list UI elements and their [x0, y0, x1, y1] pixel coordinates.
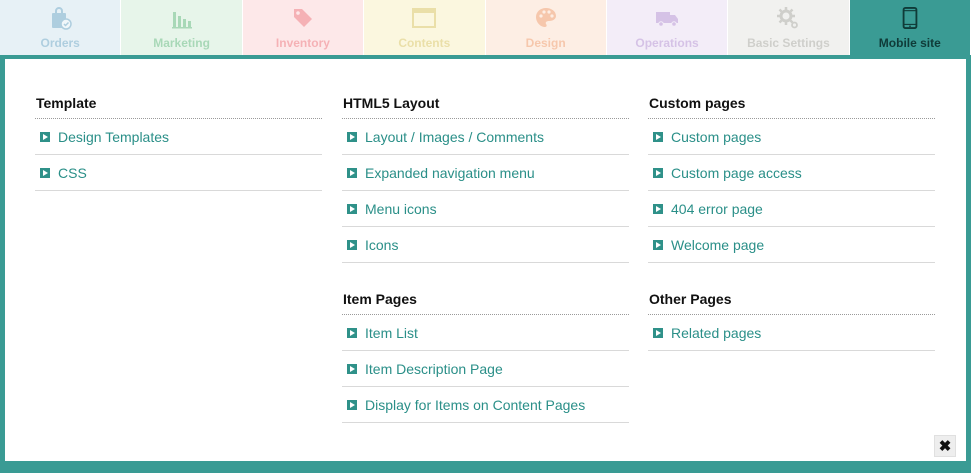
- menu-item-welcome-page[interactable]: Welcome page: [648, 227, 935, 263]
- tab-orders[interactable]: Orders: [0, 0, 122, 55]
- menu-item-label: Custom page access: [671, 164, 802, 181]
- tab-contents-label: Contents: [398, 36, 451, 50]
- menu-column-3: Custom pages Custom pages Custom page ac…: [648, 89, 935, 351]
- menu-column-1: Template Design Templates CSS: [35, 89, 322, 191]
- menu-item-label: Custom pages: [671, 128, 762, 145]
- menu-item-item-description-page[interactable]: Item Description Page: [342, 351, 629, 387]
- tab-inventory[interactable]: Inventory: [242, 0, 365, 55]
- menu-item-custom-page-access[interactable]: Custom page access: [648, 155, 935, 191]
- menu-item-label: Display for Items on Content Pages: [365, 396, 586, 413]
- tab-orders-label: Orders: [40, 36, 80, 50]
- close-button[interactable]: ✖: [934, 435, 956, 457]
- menu-item-label: Item Description Page: [365, 360, 503, 377]
- tab-marketing-label: Marketing: [153, 36, 210, 50]
- menu-item-label: Layout / Images / Comments: [365, 128, 544, 145]
- arrow-bullet-icon: [40, 167, 50, 178]
- mobile-phone-icon: [902, 7, 918, 29]
- menu-item-label: Item List: [365, 324, 418, 341]
- tab-mobile-site-label: Mobile site: [878, 36, 941, 50]
- menu-item-label: Icons: [365, 236, 399, 253]
- arrow-bullet-icon: [347, 167, 357, 178]
- menu-item-label: 404 error page: [671, 200, 763, 217]
- arrow-bullet-icon: [40, 131, 50, 142]
- arrow-bullet-icon: [653, 203, 663, 214]
- section-title-other-pages: Other Pages: [648, 285, 935, 315]
- tab-design-label: Design: [525, 36, 566, 50]
- tab-contents[interactable]: Contents: [364, 0, 486, 55]
- menu-item-menu-icons[interactable]: Menu icons: [342, 191, 629, 227]
- close-icon: ✖: [938, 438, 952, 455]
- tab-operations-label: Operations: [635, 36, 699, 50]
- gear-icon: [777, 7, 799, 29]
- menu-item-label: Welcome page: [671, 236, 765, 253]
- arrow-bullet-icon: [347, 363, 357, 374]
- menu-item-related-pages[interactable]: Related pages: [648, 315, 935, 351]
- arrow-bullet-icon: [653, 239, 663, 250]
- tab-basic-settings-label: Basic Settings: [747, 36, 830, 50]
- price-tag-icon: [293, 9, 312, 27]
- tab-design[interactable]: Design: [485, 0, 607, 55]
- menu-column-2: HTML5 Layout Layout / Images / Comments …: [342, 89, 629, 423]
- main-tab-bar: Orders Marketing Inventory Contents Desi…: [0, 0, 971, 55]
- menu-item-label: CSS: [58, 164, 87, 181]
- section-title-item-pages: Item Pages: [342, 285, 629, 315]
- menu-item-layout-images-comments[interactable]: Layout / Images / Comments: [342, 119, 629, 155]
- tab-mobile-site[interactable]: Mobile site: [849, 0, 971, 55]
- arrow-bullet-icon: [347, 239, 357, 250]
- menu-item-expanded-navigation-menu[interactable]: Expanded navigation menu: [342, 155, 629, 191]
- tab-inventory-label: Inventory: [275, 36, 330, 50]
- tab-operations[interactable]: Operations: [606, 0, 729, 55]
- arrow-bullet-icon: [653, 131, 663, 142]
- arrow-bullet-icon: [653, 167, 663, 178]
- menu-item-label: Expanded navigation menu: [365, 164, 535, 181]
- arrow-bullet-icon: [653, 327, 663, 338]
- section-title-custom-pages: Custom pages: [648, 89, 935, 119]
- section-title-template: Template: [35, 89, 322, 119]
- truck-icon: [656, 12, 679, 27]
- menu-item-icons[interactable]: Icons: [342, 227, 629, 263]
- window-icon: [412, 8, 437, 28]
- tab-basic-settings[interactable]: Basic Settings: [728, 0, 850, 55]
- menu-item-display-items-content-pages[interactable]: Display for Items on Content Pages: [342, 387, 629, 423]
- arrow-bullet-icon: [347, 327, 357, 338]
- menu-item-label: Related pages: [671, 324, 762, 341]
- menu-item-css[interactable]: CSS: [35, 155, 322, 191]
- menu-item-404-error-page[interactable]: 404 error page: [648, 191, 935, 227]
- palette-icon: [535, 8, 556, 27]
- menu-item-label: Menu icons: [365, 200, 437, 217]
- tab-marketing[interactable]: Marketing: [121, 0, 243, 55]
- menu-item-custom-pages[interactable]: Custom pages: [648, 119, 935, 155]
- menu-item-design-templates[interactable]: Design Templates: [35, 119, 322, 155]
- orders-bag-icon: [52, 7, 72, 30]
- menu-item-label: Design Templates: [58, 128, 170, 145]
- mobile-site-menu-panel: Template Design Templates CSS HTML5 Layo…: [0, 55, 971, 473]
- bar-chart-icon: [171, 12, 192, 29]
- section-title-html5-layout: HTML5 Layout: [342, 89, 629, 119]
- arrow-bullet-icon: [347, 131, 357, 142]
- arrow-bullet-icon: [347, 203, 357, 214]
- menu-item-item-list[interactable]: Item List: [342, 315, 629, 351]
- arrow-bullet-icon: [347, 399, 357, 410]
